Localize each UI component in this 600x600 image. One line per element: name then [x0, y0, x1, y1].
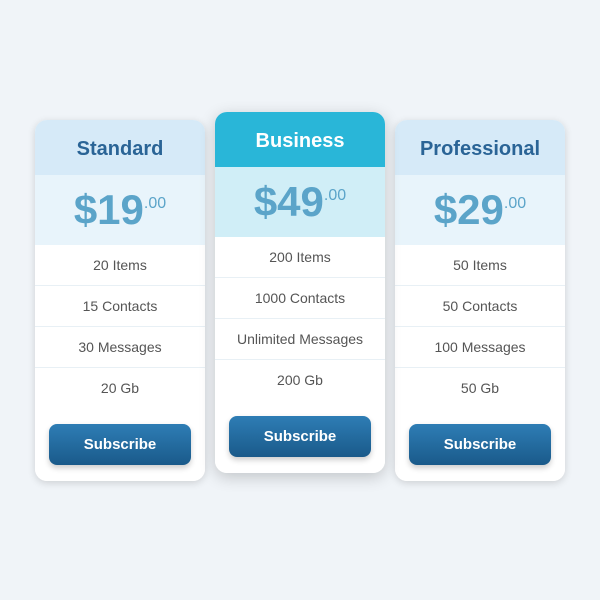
subscribe-button-professional[interactable]: Subscribe	[409, 424, 551, 465]
plan-price-section-standard: $19.00	[35, 175, 205, 245]
plan-price-section-professional: $29.00	[395, 175, 565, 245]
feature-row-professional-2: 100 Messages	[395, 327, 565, 368]
plan-cents-business: .00	[324, 187, 346, 205]
plan-card-standard: Standard$19.0020 Items15 Contacts30 Mess…	[35, 120, 205, 481]
feature-row-professional-1: 50 Contacts	[395, 286, 565, 327]
plan-card-professional: Professional$29.0050 Items50 Contacts100…	[395, 120, 565, 481]
feature-row-standard-0: 20 Items	[35, 245, 205, 286]
feature-row-business-1: 1000 Contacts	[215, 278, 385, 319]
feature-row-business-2: Unlimited Messages	[215, 319, 385, 360]
feature-row-standard-3: 20 Gb	[35, 368, 205, 408]
feature-row-business-0: 200 Items	[215, 237, 385, 278]
plan-name-standard: Standard	[35, 120, 205, 175]
plan-features-professional: 50 Items50 Contacts100 Messages50 Gb	[395, 245, 565, 408]
feature-row-standard-2: 30 Messages	[35, 327, 205, 368]
plan-card-business: Business$49.00200 Items1000 ContactsUnli…	[215, 112, 385, 473]
plan-features-standard: 20 Items15 Contacts30 Messages20 Gb	[35, 245, 205, 408]
feature-row-standard-1: 15 Contacts	[35, 286, 205, 327]
feature-row-professional-0: 50 Items	[395, 245, 565, 286]
plan-name-business: Business	[215, 112, 385, 167]
plan-footer-professional: Subscribe	[395, 408, 565, 481]
plan-footer-standard: Subscribe	[35, 408, 205, 481]
feature-row-professional-3: 50 Gb	[395, 368, 565, 408]
plan-price-standard: $19	[74, 189, 144, 231]
plan-features-business: 200 Items1000 ContactsUnlimited Messages…	[215, 237, 385, 400]
plan-price-professional: $29	[434, 189, 504, 231]
subscribe-button-business[interactable]: Subscribe	[229, 416, 371, 457]
subscribe-button-standard[interactable]: Subscribe	[49, 424, 191, 465]
plan-footer-business: Subscribe	[215, 400, 385, 473]
plan-cents-professional: .00	[504, 195, 526, 213]
plan-cents-standard: .00	[144, 195, 166, 213]
plan-price-business: $49	[254, 181, 324, 223]
plan-name-professional: Professional	[395, 120, 565, 175]
feature-row-business-3: 200 Gb	[215, 360, 385, 400]
plan-price-section-business: $49.00	[215, 167, 385, 237]
pricing-container: Standard$19.0020 Items15 Contacts30 Mess…	[15, 100, 585, 501]
